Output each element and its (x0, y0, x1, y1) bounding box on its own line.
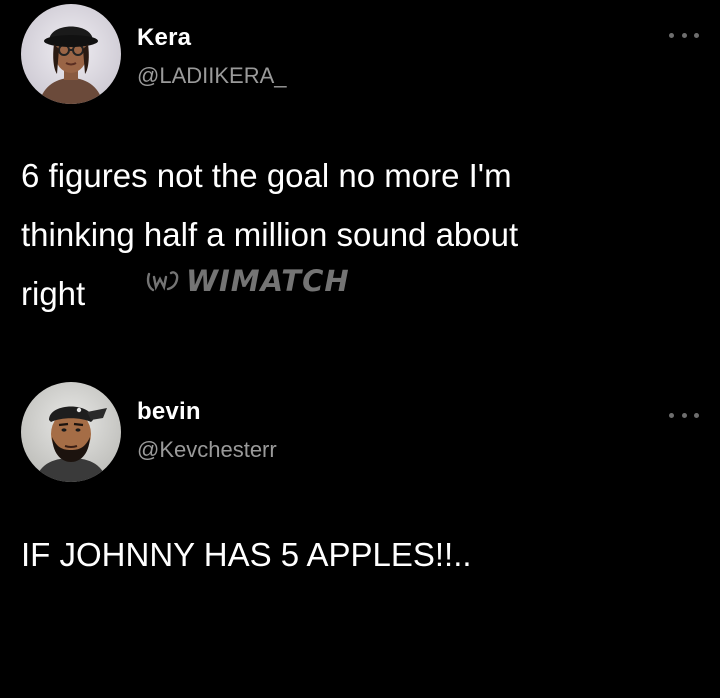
avatar[interactable] (21, 4, 121, 104)
watermark: WIMATCH (146, 264, 350, 298)
person-with-hat-avatar-icon (21, 4, 121, 104)
tweet: Kera @LADIIKERA_ 6 figures not the goal … (0, 0, 720, 360)
display-name[interactable]: bevin (137, 398, 201, 426)
wimatch-logo-icon (146, 271, 179, 292)
avatar[interactable] (21, 382, 121, 482)
user-handle[interactable]: @LADIIKERA_ (137, 63, 287, 89)
bearded-man-with-cap-avatar-icon (21, 382, 121, 482)
tweet: bevin @Kevchesterr IF JOHNNY HAS 5 APPLE… (0, 360, 720, 698)
more-options-icon[interactable] (669, 410, 699, 420)
more-options-icon[interactable] (669, 30, 699, 40)
watermark-text: WIMATCH (186, 264, 350, 298)
tweet-text: IF JOHNNY HAS 5 APPLES!!.. (21, 536, 472, 573)
user-handle[interactable]: @Kevchesterr (137, 437, 277, 463)
display-name[interactable]: Kera (137, 24, 191, 52)
